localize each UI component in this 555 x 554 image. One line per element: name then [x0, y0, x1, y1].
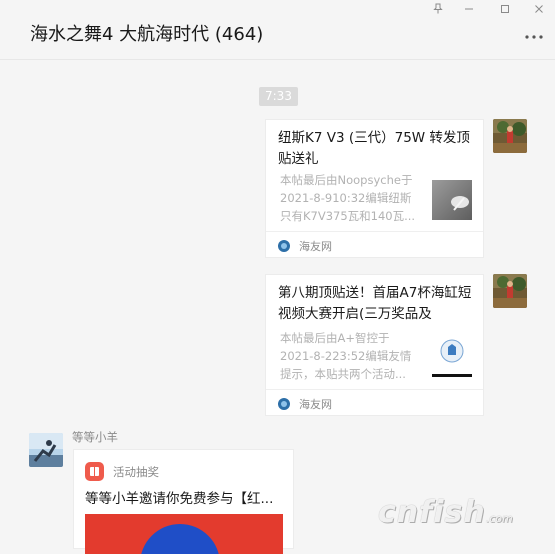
link-card[interactable]: 纽斯K7 V3 (三代）75W 转发顶贴送礼 本帖最后由Noopsyche于 2… [265, 119, 484, 258]
link-card-source-name: 海友网 [299, 398, 332, 411]
link-card-source: 海友网 [278, 396, 332, 412]
card-divider [266, 231, 483, 232]
activity-card-title: 等等小羊邀请你免费参与【红... [85, 491, 274, 507]
link-card-title: 第八期顶贴送！首届A7杯海缸短视频大赛开启(三万奖品及4000... [278, 285, 472, 322]
message-timestamp: 7:33 [259, 87, 298, 106]
link-card-desc: 2021-8-223:52编辑友情 [280, 349, 412, 363]
maximize-icon[interactable] [496, 3, 514, 19]
link-card-desc: 提示，本贴共两个活动... [280, 367, 406, 381]
activity-card-image [85, 514, 283, 554]
link-card-title: 纽斯K7 V3 (三代）75W 转发顶贴送礼 [278, 130, 470, 167]
more-dots-icon[interactable] [524, 31, 544, 45]
sender-name: 等等小羊 [72, 430, 118, 444]
link-card-desc: 2021-8-910:32编辑纽斯 [280, 191, 412, 205]
site-logo-icon [278, 398, 290, 410]
link-card-desc: 只有K7V375瓦和140瓦... [280, 209, 416, 223]
pin-icon[interactable] [429, 3, 447, 19]
gift-icon [85, 462, 104, 481]
link-card-desc: 本帖最后由A+智控于 [280, 331, 390, 345]
watermark-logo: cnfish.com [378, 495, 513, 530]
activity-card[interactable]: 活动抽奖 等等小羊邀请你免费参与【红... [73, 449, 294, 554]
chat-header: 海水之舞4 大航海时代 (464) [0, 0, 555, 60]
chat-title: 海水之舞4 大航海时代 (464) [30, 24, 264, 45]
sender-avatar[interactable] [29, 433, 63, 467]
link-card-desc: 本帖最后由Noopsyche于 [280, 173, 413, 187]
my-avatar[interactable] [493, 274, 527, 308]
link-card-thumbnail [432, 180, 472, 220]
link-card[interactable]: 第八期顶贴送！首届A7杯海缸短视频大赛开启(三万奖品及4000... 本帖最后由… [265, 274, 484, 416]
my-avatar[interactable] [493, 119, 527, 153]
minimize-icon[interactable] [460, 3, 478, 19]
activity-tag: 活动抽奖 [113, 464, 159, 479]
link-card-thumbnail [432, 337, 472, 377]
close-icon[interactable] [530, 3, 548, 19]
card-divider [266, 389, 483, 390]
activity-card-header: 活动抽奖 [85, 462, 159, 481]
site-logo-icon [278, 240, 290, 252]
link-card-source-name: 海友网 [299, 240, 332, 253]
link-card-source: 海友网 [278, 238, 332, 254]
